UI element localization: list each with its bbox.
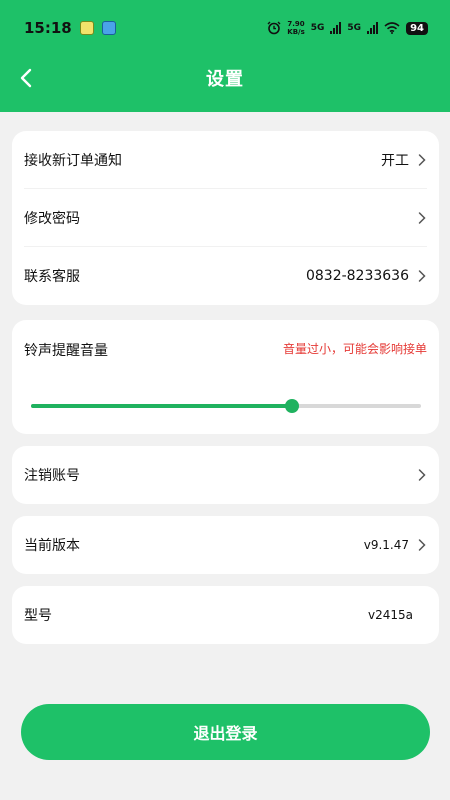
version-label: 当前版本 [24, 538, 80, 554]
chevron-right-icon [418, 539, 426, 551]
status-bar: 15:18 7.90 KB/s 5G 5G 94 [0, 0, 450, 56]
volume-slider-thumb[interactable] [285, 399, 300, 413]
version-row[interactable]: 当前版本 v9.1.47 [24, 516, 427, 574]
model-row: 型号 v2415a [24, 586, 427, 644]
chevron-left-icon [20, 68, 32, 88]
customer-service-label: 联系客服 [24, 269, 80, 285]
sim2-type: 5G [347, 23, 362, 33]
chevron-right-icon [418, 469, 426, 481]
sim1-type: 5G [310, 23, 325, 33]
app-notification-icon [101, 21, 116, 35]
page-title: 设置 [206, 69, 244, 90]
app-notification-icon [79, 21, 94, 35]
nav-bar: 设置 [0, 56, 450, 100]
back-button[interactable] [10, 62, 42, 94]
status-time: 15:18 [24, 19, 72, 37]
order-notify-value: 开工 [381, 152, 409, 169]
alarm-icon [267, 21, 281, 35]
volume-slider-fill [31, 404, 293, 408]
order-notify-row[interactable]: 接收新订单通知 开工 [24, 131, 427, 189]
model-card: 型号 v2415a [12, 586, 439, 644]
model-value: v2415a [368, 608, 413, 622]
signal-icon [367, 22, 379, 34]
customer-service-phone: 0832-8233636 [305, 268, 409, 284]
chevron-right-icon [418, 153, 426, 166]
logout-button[interactable]: 退出登录 [21, 704, 430, 760]
chevron-right-icon [418, 211, 426, 224]
customer-service-row[interactable]: 联系客服 0832-8233636 [24, 247, 427, 305]
battery-indicator: 94 [406, 21, 428, 35]
change-password-row[interactable]: 修改密码 [24, 189, 427, 247]
volume-warning: 音量过小，可能会影响接单 [282, 342, 427, 356]
chevron-right-icon [418, 270, 426, 282]
order-notify-label: 接收新订单通知 [24, 152, 122, 169]
version-card: 当前版本 v9.1.47 [12, 516, 439, 574]
volume-label: 铃声提醒音量 [24, 343, 108, 359]
volume-slider[interactable] [31, 399, 421, 413]
change-password-label: 修改密码 [24, 210, 80, 227]
model-label: 型号 [24, 608, 52, 624]
cancel-account-row[interactable]: 注销账号 [24, 446, 427, 504]
volume-card: 铃声提醒音量 音量过小，可能会影响接单 [12, 320, 439, 434]
settings-card: 接收新订单通知 开工 修改密码 联系客服 0832-8233636 [12, 131, 439, 305]
wifi-icon [384, 22, 400, 34]
cancel-account-label: 注销账号 [24, 468, 80, 484]
version-value: v9.1.47 [363, 538, 409, 552]
signal-icon [330, 22, 342, 34]
network-speed: 7.90 KB/s [287, 20, 305, 36]
app-header: 15:18 7.90 KB/s 5G 5G 94 设置 [0, 0, 450, 112]
cancel-account-card: 注销账号 [12, 446, 439, 504]
